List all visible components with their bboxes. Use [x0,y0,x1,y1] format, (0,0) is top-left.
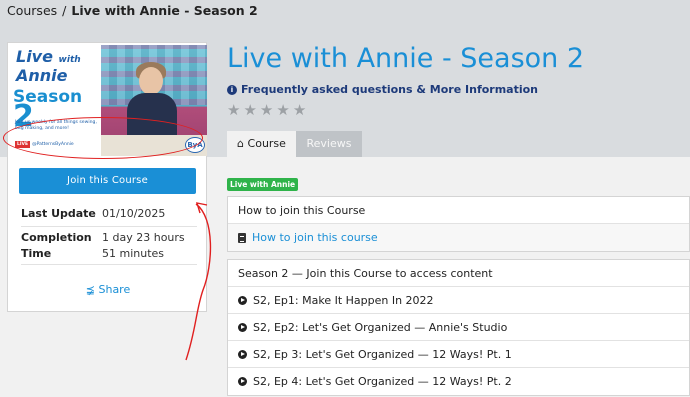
lesson-item[interactable]: S2, Ep 3: Let's Get Organized — 12 Ways!… [228,341,689,368]
completion-row: Completion Time 1 day 23 hours 51 minute… [21,230,197,261]
lesson-label: S2, Ep 3: Let's Get Organized — 12 Ways!… [253,347,512,361]
tab-reviews[interactable]: Reviews [296,131,362,157]
star-icon: ★ [276,101,290,119]
rating-stars: ★ ★ ★ ★ ★ [227,101,306,119]
divider [21,264,197,265]
section-season-2: Season 2 — Join this Course to access co… [227,259,690,396]
home-icon: ⌂ [237,137,245,150]
last-update-row: Last Update 01/10/2025 [21,206,197,222]
tab-course[interactable]: ⌂ Course [227,131,296,157]
category-tag: Live with Annie [227,178,299,191]
section-how-to-join: How to join this Course How to join this… [227,196,690,252]
lesson-label: S2, Ep2: Let's Get Organized — Annie's S… [253,320,508,334]
share-label: Share [98,283,131,296]
play-icon [238,349,247,359]
completion-value: 1 day 23 hours 51 minutes [102,231,185,260]
divider [21,226,197,227]
page-title: Live with Annie - Season 2 [227,43,585,74]
thumbnail-live-title: Live with Annie [16,47,81,85]
thumb-live: Live [16,47,53,66]
tab-course-label: Course [247,137,286,150]
lesson-item[interactable]: How to join this course [228,224,689,251]
completion-label: Completion Time [21,231,92,260]
person-head [139,67,163,95]
faq-label: Frequently asked questions & More Inform… [241,83,539,96]
lesson-item[interactable]: S2, Ep1: Make It Happen In 2022 [228,287,689,314]
breadcrumb: Courses / Live with Annie - Season 2 [7,3,258,18]
play-icon [238,377,247,386]
star-icon: ★ [243,101,257,119]
annotation-circle [3,117,203,159]
section-title: Season 2 — Join this Course to access co… [228,260,689,287]
document-icon [238,232,246,243]
thumb-with: with [58,55,81,65]
lesson-label: S2, Ep 4: Let's Get Organized — 12 Ways!… [253,375,512,388]
star-icon: ★ [227,101,241,119]
star-icon: ★ [292,101,307,119]
join-course-button[interactable]: Join this Course [19,168,196,194]
lesson-item[interactable]: S2, Ep 4: Let's Get Organized — 12 Ways!… [228,368,689,395]
breadcrumb-current: Live with Annie - Season 2 [71,3,258,18]
course-card: Live with Annie Season 2 Join us weekly … [7,42,207,312]
lesson-label: How to join this course [252,231,378,244]
share-link[interactable]: ⪵ Share [8,283,208,296]
thumb-annie: Annie [16,66,68,85]
star-icon: ★ [259,101,274,119]
breadcrumb-separator: / [62,3,67,18]
last-update-value: 01/10/2025 [102,207,166,220]
section-title: How to join this Course [228,197,689,224]
play-icon [238,322,247,332]
play-icon [238,295,247,305]
faq-link[interactable]: i Frequently asked questions & More Info… [227,83,538,96]
info-icon: i [227,84,237,95]
breadcrumb-root-link[interactable]: Courses [7,3,57,18]
share-icon: ⪵ [85,283,95,296]
last-update-label: Last Update [21,207,96,220]
lesson-item[interactable]: S2, Ep2: Let's Get Organized — Annie's S… [228,314,689,341]
lesson-label: S2, Ep1: Make It Happen In 2022 [253,293,434,307]
